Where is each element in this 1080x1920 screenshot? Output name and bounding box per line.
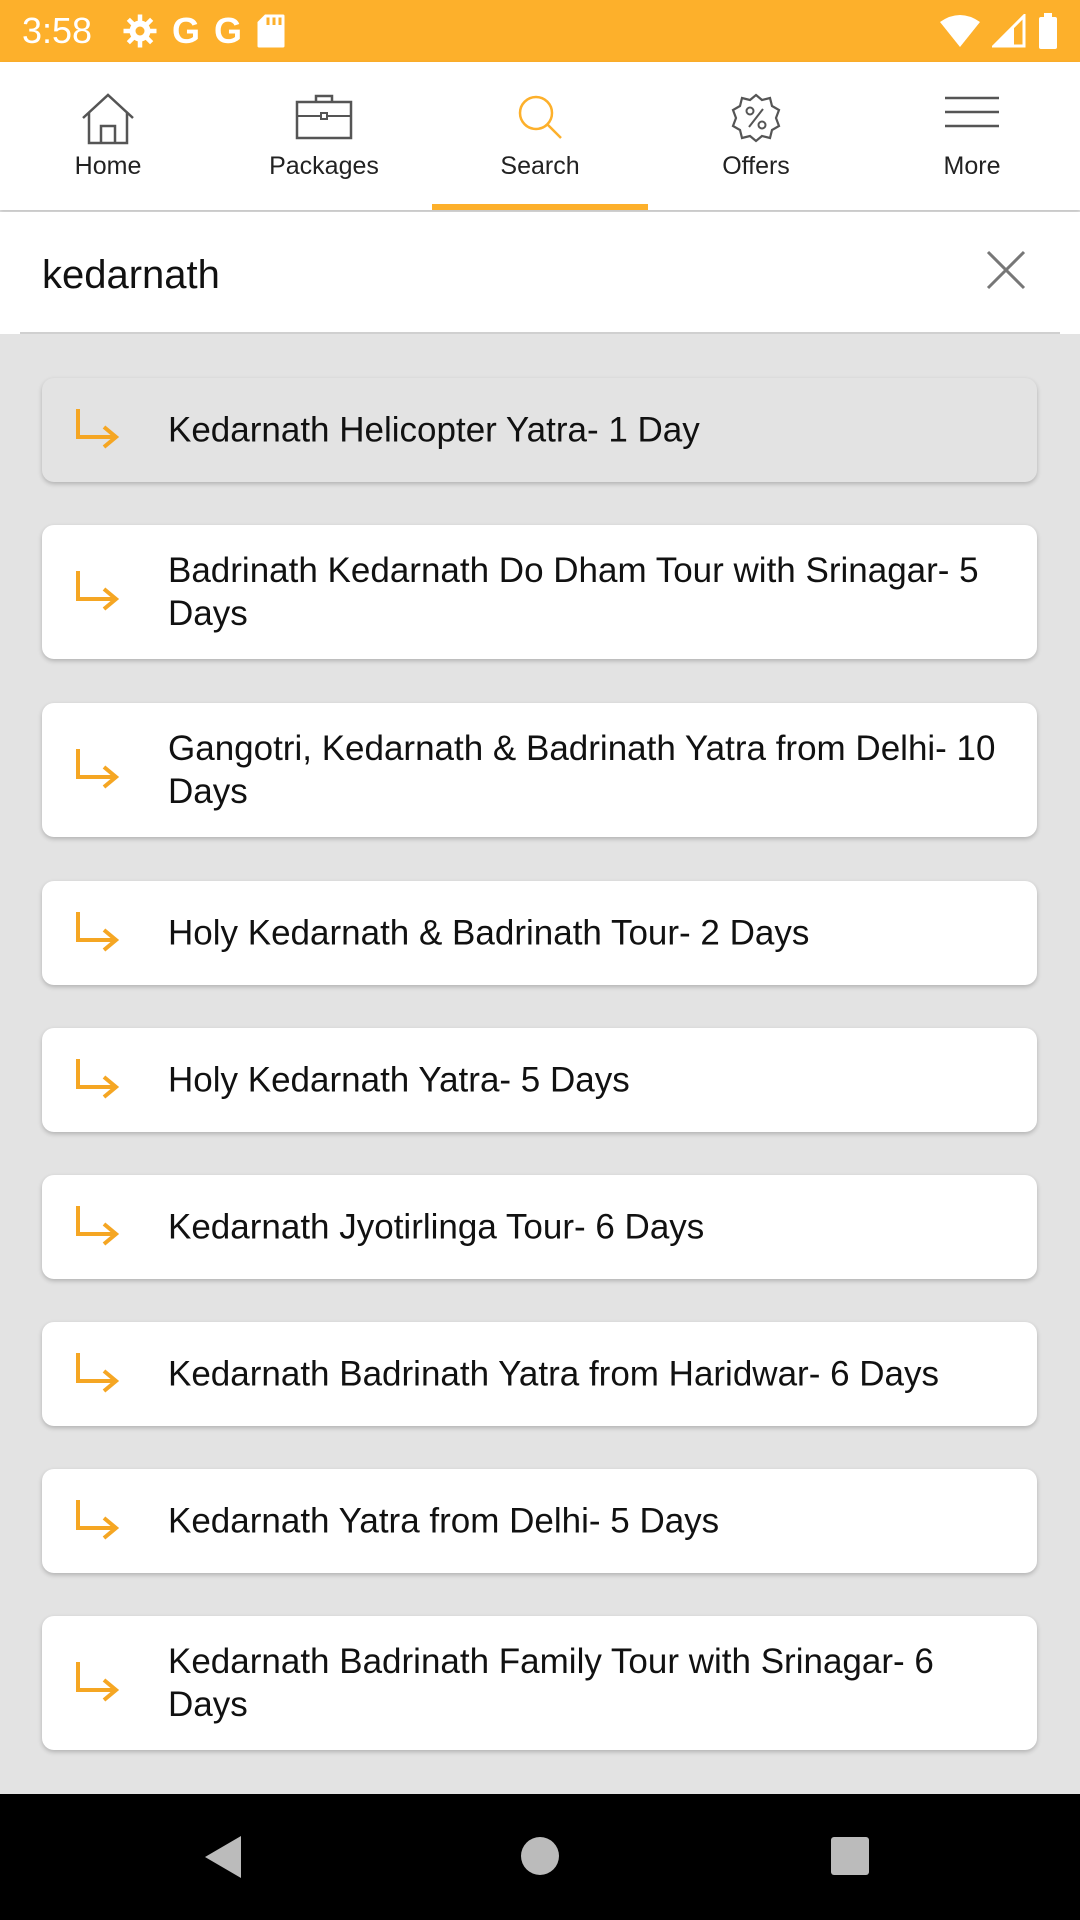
search-icon [518, 95, 562, 139]
android-nav-bar [0, 1794, 1080, 1920]
tab-search-label: Search [500, 152, 580, 180]
search-result-item[interactable]: Badrinath Kedarnath Do Dham Tour with Sr… [42, 525, 1037, 659]
search-result-item[interactable]: Kedarnath Helicopter Yatra- 1 Day [42, 378, 1037, 482]
arrow-turn-down-right-icon [76, 1500, 120, 1540]
arrow-turn-down-right-icon [76, 571, 120, 611]
tab-packages[interactable]: Packages [216, 62, 432, 210]
briefcase-icon [295, 94, 353, 140]
tab-home-label: Home [74, 152, 142, 180]
search-result-label: Kedarnath Badrinath Family Tour with Sri… [168, 1642, 934, 1724]
arrow-turn-down-right-icon [76, 1662, 120, 1702]
arrow-turn-down-right-icon [76, 912, 120, 952]
search-result-item[interactable]: Kedarnath Badrinath Yatra from Haridwar-… [42, 1322, 1037, 1426]
search-result-label: Kedarnath Yatra from Delhi- 5 Days [168, 1501, 720, 1541]
tab-offers[interactable]: Offers [648, 62, 864, 210]
wifi-icon [940, 15, 980, 47]
search-result-item[interactable]: Kedarnath Jyotirlinga Tour- 6 Days [42, 1175, 1037, 1279]
close-icon[interactable] [982, 246, 1030, 294]
search-result-item[interactable]: Holy Kedarnath & Badrinath Tour- 2 Days [42, 881, 1037, 985]
google-g-icon-1: G [172, 10, 201, 51]
signal-icon [992, 14, 1026, 48]
search-result-label: Badrinath Kedarnath Do Dham Tour with Sr… [168, 551, 979, 633]
google-g-icon-2: G [214, 10, 243, 51]
status-icons-left: G G [122, 10, 286, 52]
offers-badge-icon [731, 93, 781, 143]
search-result-item[interactable]: Holy Kedarnath Yatra- 5 Days [42, 1028, 1037, 1132]
top-nav-bar: Home Packages Search Offers More [0, 62, 1080, 210]
search-result-item[interactable]: Kedarnath Badrinath Family Tour with Sri… [42, 1616, 1037, 1750]
search-result-label: Holy Kedarnath Yatra- 5 Days [168, 1060, 630, 1100]
tab-packages-label: Packages [269, 152, 379, 180]
status-time: 3:58 [22, 10, 93, 51]
search-result-label: Kedarnath Jyotirlinga Tour- 6 Days [168, 1207, 705, 1247]
recents-icon[interactable] [830, 1836, 870, 1876]
home-icon [82, 93, 134, 145]
search-result-label: Kedarnath Badrinath Yatra from Haridwar-… [168, 1354, 940, 1394]
status-icons-right [940, 10, 1058, 52]
sd-card-icon [257, 14, 285, 48]
tab-home[interactable]: Home [0, 62, 216, 210]
active-tab-indicator [432, 204, 648, 210]
search-result-label: Kedarnath Helicopter Yatra- 1 Day [168, 410, 700, 450]
search-result-label: Holy Kedarnath & Badrinath Tour- 2 Days [168, 913, 810, 953]
menu-icon [945, 96, 999, 128]
home-circle-icon[interactable] [520, 1836, 560, 1876]
back-icon[interactable] [203, 1834, 243, 1880]
arrow-turn-down-right-icon [76, 1206, 120, 1246]
arrow-turn-down-right-icon [76, 409, 120, 449]
search-input[interactable] [40, 242, 944, 308]
search-area [0, 212, 1080, 334]
search-result-item[interactable]: Kedarnath Yatra from Delhi- 5 Days [42, 1469, 1037, 1573]
status-bar: 3:58 G G [0, 0, 1080, 62]
tab-search[interactable]: Search [432, 62, 648, 210]
arrow-turn-down-right-icon [76, 1353, 120, 1393]
arrow-turn-down-right-icon [76, 749, 120, 789]
arrow-turn-down-right-icon [76, 1059, 120, 1099]
search-results-list: Kedarnath Helicopter Yatra- 1 Day Badrina… [0, 334, 1080, 1774]
tab-more[interactable]: More [864, 62, 1080, 210]
search-result-item[interactable]: Gangotri, Kedarnath & Badrinath Yatra fr… [42, 703, 1037, 837]
search-result-label: Gangotri, Kedarnath & Badrinath Yatra fr… [168, 729, 996, 811]
battery-icon [1039, 13, 1057, 49]
tab-offers-label: Offers [722, 152, 790, 180]
gear-icon [123, 14, 157, 48]
tab-more-label: More [943, 152, 1001, 180]
